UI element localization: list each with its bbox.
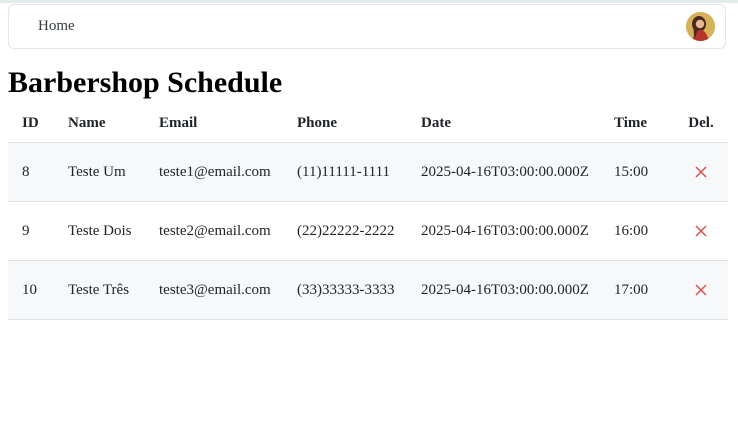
cell-time: 15:00 bbox=[614, 142, 674, 202]
table-header-row: ID Name Email Phone Date Time Del. bbox=[8, 104, 728, 143]
page-title: Barbershop Schedule bbox=[8, 66, 283, 99]
cell-name: Teste Um bbox=[68, 142, 159, 202]
cell-del bbox=[674, 142, 728, 202]
header-id: ID bbox=[8, 104, 68, 143]
cell-email: teste2@email.com bbox=[159, 201, 297, 261]
delete-button[interactable] bbox=[694, 224, 708, 238]
cell-name: Teste Três bbox=[68, 260, 159, 320]
delete-button[interactable] bbox=[694, 283, 708, 297]
schedule-table: ID Name Email Phone Date Time Del. 8 Tes… bbox=[8, 104, 728, 320]
cell-del bbox=[674, 260, 728, 320]
cell-time: 17:00 bbox=[614, 260, 674, 320]
header-email: Email bbox=[159, 104, 297, 143]
header-name: Name bbox=[68, 104, 159, 143]
cell-id: 8 bbox=[8, 142, 68, 202]
close-icon bbox=[695, 225, 707, 237]
cell-email: teste1@email.com bbox=[159, 142, 297, 202]
navbar: Home bbox=[8, 4, 726, 49]
close-icon bbox=[695, 284, 707, 296]
cell-phone: (11)11111-1111 bbox=[297, 142, 421, 202]
cell-time: 16:00 bbox=[614, 201, 674, 261]
header-del: Del. bbox=[674, 104, 728, 143]
table-row: 8 Teste Um teste1@email.com (11)11111-11… bbox=[8, 142, 728, 202]
cell-phone: (22)22222-2222 bbox=[297, 201, 421, 261]
header-time: Time bbox=[614, 104, 674, 143]
cell-email: teste3@email.com bbox=[159, 260, 297, 320]
top-border-line bbox=[0, 0, 738, 3]
cell-id: 10 bbox=[8, 260, 68, 320]
cell-phone: (33)33333-3333 bbox=[297, 260, 421, 320]
user-avatar[interactable] bbox=[686, 12, 715, 41]
cell-id: 9 bbox=[8, 201, 68, 261]
avatar-image bbox=[686, 12, 715, 41]
cell-del bbox=[674, 201, 728, 261]
delete-button[interactable] bbox=[694, 165, 708, 179]
close-icon bbox=[695, 166, 707, 178]
header-phone: Phone bbox=[297, 104, 421, 143]
cell-date: 2025-04-16T03:00:00.000Z bbox=[421, 201, 614, 261]
cell-date: 2025-04-16T03:00:00.000Z bbox=[421, 260, 614, 320]
table-row: 10 Teste Três teste3@email.com (33)33333… bbox=[8, 260, 728, 320]
nav-home-link[interactable]: Home bbox=[38, 18, 75, 35]
table-row: 9 Teste Dois teste2@email.com (22)22222-… bbox=[8, 201, 728, 261]
cell-date: 2025-04-16T03:00:00.000Z bbox=[421, 142, 614, 202]
cell-name: Teste Dois bbox=[68, 201, 159, 261]
header-date: Date bbox=[421, 104, 614, 143]
